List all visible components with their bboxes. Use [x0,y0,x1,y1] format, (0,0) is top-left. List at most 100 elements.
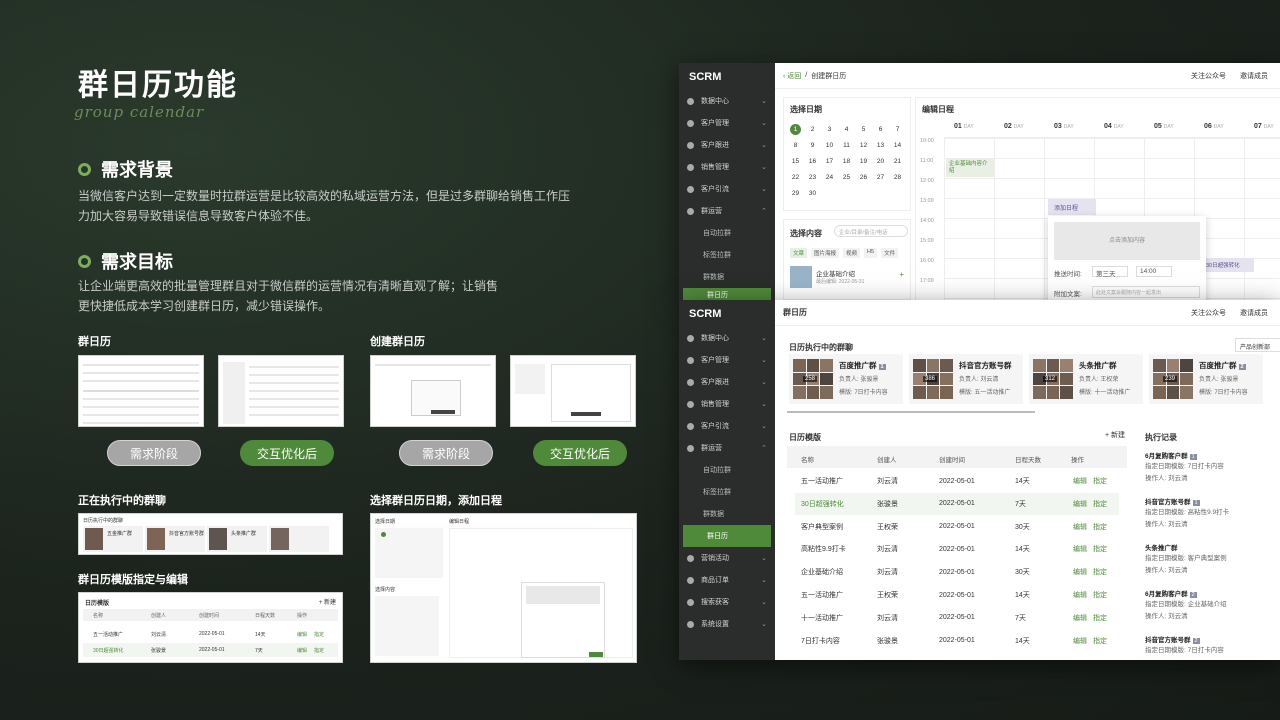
calendar-day[interactable]: 18 [841,156,852,167]
event-chip[interactable]: 企业基础内容介绍 [946,159,994,177]
content-item-title[interactable]: 企业基础介绍 [816,268,855,278]
table-row[interactable]: 五一活动推广 刘云清 2022-05-01 14天 编辑 指定 [795,470,1119,492]
assign-link[interactable]: 指定 [1093,613,1107,623]
nav2-marketing[interactable]: 营销活动 ⌄ [679,547,775,569]
calendar-day[interactable]: 27 [875,172,886,183]
table-row[interactable]: 五一活动推广 王权荣 2022-05-01 14天 编辑 指定 [795,584,1119,606]
calendar-day[interactable]: 16 [807,156,818,167]
follow-link-2[interactable]: 关注公众号 [1191,308,1226,318]
calendar-day[interactable]: 29 [790,188,801,199]
calendar-day[interactable]: 19 [858,156,869,167]
calendar-day[interactable]: 2 [807,124,818,135]
invite-link[interactable]: 邀请成员 [1240,71,1268,81]
nav2-settings[interactable]: 系统设置 ⌄ [679,613,775,635]
nav-group-calendar[interactable]: 群日历 [683,288,771,300]
nav2-tag-pull[interactable]: 标签拉群 [679,481,775,503]
attach-input[interactable]: 此处文案会跟随内容一起发出 [1092,286,1200,298]
calendar-day[interactable]: 22 [790,172,801,183]
back-link[interactable]: ‹ 返回 [783,71,801,81]
push-day-select[interactable]: 第三天 [1092,266,1128,278]
nav2-group-data[interactable]: 群数据 [679,503,775,525]
calendar-day[interactable]: 12 [858,140,869,151]
edit-link[interactable]: 编辑 [1073,590,1087,600]
nav2-data-center[interactable]: 数据中心 ⌄ [679,327,775,349]
calendar-day[interactable]: 1 [790,124,801,135]
add-content-icon[interactable]: + [899,270,904,279]
new-template-button[interactable]: + 新建 [1105,430,1125,440]
nav2-group-calendar[interactable]: 群日历 [683,525,771,547]
calendar-day[interactable]: 3 [824,124,835,135]
tab-poster[interactable]: 图片海报 [811,248,840,258]
edit-link[interactable]: 编辑 [1073,613,1087,623]
table-row[interactable]: 7日打卡内容 张骏景 2022-05-01 14天 编辑 指定 [795,630,1119,652]
nav2-orders[interactable]: 商品订单 ⌄ [679,569,775,591]
popup-add-content[interactable]: 点击添加内容 [1054,222,1200,260]
edit-link[interactable]: 编辑 [1073,544,1087,554]
assign-link[interactable]: 指定 [1093,544,1107,554]
assign-link[interactable]: 指定 [1093,636,1107,646]
calendar-day[interactable]: 24 [824,172,835,183]
follow-link[interactable]: 关注公众号 [1191,71,1226,81]
tab-video[interactable]: 视频 [843,248,861,258]
group-card[interactable]: 258 百度推广群 1 负责人: 张骏景 模版: 7日打卡内容 [789,354,903,404]
group-card[interactable]: 386 抖音官方账号群 负责人: 刘云清 模版: 五一活动推广 [909,354,1023,404]
assign-link[interactable]: 指定 [1093,476,1107,486]
calendar-day[interactable]: 25 [841,172,852,183]
nav2-search[interactable]: 搜索获客 ⌄ [679,591,775,613]
calendar-day[interactable]: 26 [858,172,869,183]
tab-h5[interactable]: H5 [864,248,878,258]
calendar-day[interactable]: 23 [807,172,818,183]
nav2-traffic[interactable]: 客户引流 ⌄ [679,415,775,437]
assign-link[interactable]: 指定 [1093,522,1107,532]
nav-followup[interactable]: 客户跟进 ⌄ [679,134,775,156]
nav2-auto-pull[interactable]: 自动拉群 [679,459,775,481]
edit-link[interactable]: 编辑 [1073,567,1087,577]
calendar-day[interactable]: 5 [858,124,869,135]
calendar-day[interactable]: 4 [841,124,852,135]
group-card[interactable]: 312 头条推广群 负责人: 王权荣 模版: 十一活动推广 [1029,354,1143,404]
calendar-day[interactable]: 21 [892,156,903,167]
calendar-day[interactable]: 20 [875,156,886,167]
calendar-day[interactable]: 9 [807,140,818,151]
nav2-customer[interactable]: 客户管理 ⌄ [679,349,775,371]
edit-link[interactable]: 编辑 [1073,476,1087,486]
edit-link[interactable]: 编辑 [1073,636,1087,646]
calendar-day[interactable]: 10 [824,140,835,151]
nav-data-center[interactable]: 数据中心 ⌄ [679,90,775,112]
table-row[interactable]: 客户典型案例 王权荣 2022-05-01 30天 编辑 指定 [795,516,1119,538]
assign-link[interactable]: 指定 [1093,567,1107,577]
calendar-day[interactable]: 13 [875,140,886,151]
table-row[interactable]: 十一活动推广 刘云清 2022-05-01 7天 编辑 指定 [795,607,1119,629]
table-row[interactable]: 企业基础介绍 刘云清 2022-05-01 30天 编辑 指定 [795,561,1119,583]
assign-link[interactable]: 指定 [1093,590,1107,600]
nav-customer[interactable]: 客户管理 ⌄ [679,112,775,134]
edit-link[interactable]: 编辑 [1073,522,1087,532]
add-schedule-chip[interactable]: 添加日程 [1048,199,1096,215]
tab-file[interactable]: 文件 [881,248,899,258]
table-row[interactable]: 高粘性9.9打卡 刘云清 2022-05-01 14天 编辑 指定 [795,538,1119,560]
calendar-day[interactable]: 17 [824,156,835,167]
calendar-day[interactable]: 15 [790,156,801,167]
invite-link-2[interactable]: 邀请成员 [1240,308,1268,318]
horizontal-scrollbar[interactable] [787,411,1035,413]
content-search-input[interactable]: 企业/目录/备注/电话 [834,225,908,237]
nav-traffic[interactable]: 客户引流 ⌄ [679,178,775,200]
table-row[interactable]: 30日超强转化 张骏景 2022-05-01 7天 编辑 指定 [795,492,1119,515]
calendar-day[interactable]: 28 [892,172,903,183]
nav2-sales[interactable]: 销售管理 ⌄ [679,393,775,415]
group-card[interactable]: 239 百度推广群 2 负责人: 张骏景 模版: 7日打卡内容 [1149,354,1263,404]
calendar-day[interactable]: 11 [841,140,852,151]
nav-group-ops[interactable]: 群运营 ⌃ [679,200,775,222]
tab-article[interactable]: 文章 [790,248,808,258]
calendar-day[interactable]: 6 [875,124,886,135]
event-chip-2[interactable]: 30日超强转化 [1202,258,1254,272]
nav-tag-pull[interactable]: 标签拉群 [679,244,775,266]
dept-select[interactable]: 产品创新部 [1235,338,1280,352]
nav-auto-pull[interactable]: 自动拉群 [679,222,775,244]
calendar-day[interactable]: 7 [892,124,903,135]
assign-link[interactable]: 指定 [1093,499,1107,509]
push-time-select[interactable]: 14:00 [1136,266,1172,277]
calendar-day[interactable]: 8 [790,140,801,151]
nav-sales[interactable]: 销售管理 ⌄ [679,156,775,178]
edit-link[interactable]: 编辑 [1073,499,1087,509]
